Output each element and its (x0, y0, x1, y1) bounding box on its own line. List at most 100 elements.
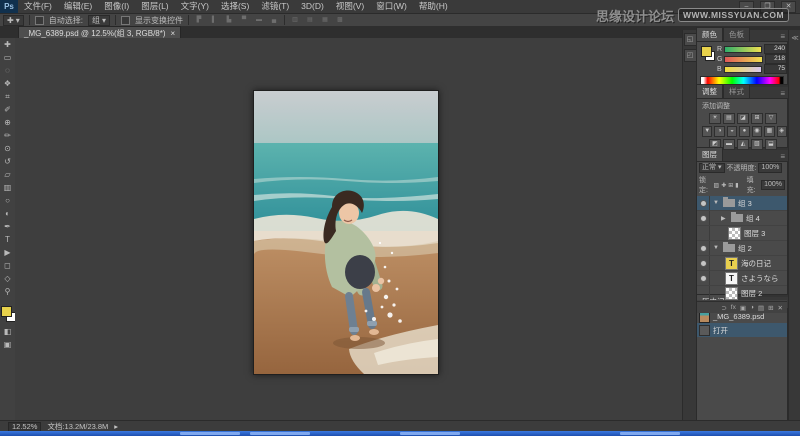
pen-tool[interactable]: ✒ (0, 220, 15, 233)
tab-swatches[interactable]: 色板 (723, 27, 750, 41)
dock-collapse-strip[interactable]: ≪ (788, 30, 800, 425)
adj-color-balance-icon[interactable]: ◑ (714, 126, 724, 137)
tab-adjustments[interactable]: 调整 (696, 84, 723, 98)
zoom-tool[interactable]: ⚲ (0, 285, 15, 298)
menu-type[interactable]: 文字(Y) (175, 0, 215, 13)
canvas-area[interactable] (15, 38, 682, 420)
red-slider[interactable] (724, 46, 762, 53)
eraser-tool[interactable]: ▱ (0, 168, 15, 181)
align-hcenter-button[interactable]: ▬ (254, 16, 264, 25)
eyedropper-tool[interactable]: ✐ (0, 103, 15, 116)
minimize-button[interactable]: – (739, 1, 754, 13)
visibility-toggle[interactable] (697, 271, 710, 285)
healing-brush-tool[interactable]: ⊕ (0, 116, 15, 129)
adj-gradient-map-icon[interactable]: ◭ (737, 139, 749, 150)
lock-image-icon[interactable]: ⊞ (728, 182, 733, 189)
shape-tool[interactable]: ◻ (0, 259, 15, 272)
menu-view[interactable]: 视图(V) (330, 0, 370, 13)
move-tool[interactable]: ✚ (0, 38, 15, 51)
blue-value-field[interactable]: 75 (764, 64, 787, 74)
restore-button[interactable]: ❐ (760, 1, 775, 13)
menu-edit[interactable]: 编辑(E) (58, 0, 98, 13)
adj-curves-icon[interactable]: ◪ (737, 113, 749, 124)
lock-all-icon[interactable]: ▮ (735, 182, 738, 189)
align-bottom-button[interactable]: ▙ (224, 16, 234, 25)
align-top-button[interactable]: ▛ (194, 16, 204, 25)
tool-preset-picker[interactable]: ✚ ▾ (3, 15, 24, 26)
layer-row-text-sayounara[interactable]: T さようなら (697, 271, 787, 286)
auto-select-checkbox[interactable] (35, 16, 44, 25)
menu-select[interactable]: 选择(S) (215, 0, 255, 13)
taskbar-window-button[interactable] (400, 432, 460, 435)
new-layer-icon[interactable]: ⊞ (768, 304, 773, 312)
add-mask-icon[interactable]: ▣ (740, 304, 746, 312)
adj-extra-icon[interactable]: ⬓ (765, 139, 777, 150)
link-layers-icon[interactable]: ⊃ (721, 304, 726, 312)
color-spectrum-ramp[interactable] (700, 76, 784, 85)
quick-selection-tool[interactable]: ❖ (0, 77, 15, 90)
visibility-toggle[interactable] (697, 196, 710, 210)
menu-file[interactable]: 文件(F) (18, 0, 58, 13)
close-button[interactable]: ✕ (781, 1, 796, 13)
visibility-toggle[interactable] (697, 226, 710, 240)
layer-row-text-umi[interactable]: T 海の日记 (697, 256, 787, 271)
layer-row-group2[interactable]: ▼ 组 2 (697, 241, 787, 256)
expand-arrow-icon[interactable]: ▼ (713, 200, 720, 206)
layer-row-group3[interactable]: ▼ 组 3 (697, 196, 787, 211)
green-slider[interactable] (724, 56, 762, 63)
blue-slider[interactable] (724, 66, 763, 73)
show-transform-checkbox[interactable] (121, 16, 130, 25)
align-vcenter-button[interactable]: ▌ (209, 16, 219, 25)
layer-style-fx-icon[interactable]: fx (731, 304, 736, 311)
marquee-tool[interactable]: ▭ (0, 51, 15, 64)
tab-styles[interactable]: 样式 (723, 84, 750, 98)
screen-mode-button[interactable]: ▣ (0, 338, 15, 351)
photoshop-logo-icon[interactable]: Ps (0, 0, 18, 13)
panel-menu-icon[interactable]: ≡ (780, 152, 788, 161)
distribute-left-button[interactable]: ▩ (335, 16, 345, 25)
fill-field[interactable]: 100% (761, 180, 785, 190)
document-canvas-photo[interactable] (253, 90, 439, 375)
menu-window[interactable]: 窗口(W) (370, 0, 413, 13)
status-popup-arrow-icon[interactable]: ▸ (114, 422, 118, 431)
adj-exposure-icon[interactable]: ⊞ (751, 113, 763, 124)
type-tool[interactable]: T (0, 233, 15, 246)
menu-layer[interactable]: 图层(L) (135, 0, 174, 13)
align-left-button[interactable]: ▀ (239, 16, 249, 25)
adj-selective-color-icon[interactable]: ▧ (751, 139, 763, 150)
adj-brightness-contrast-icon[interactable]: ☀ (709, 113, 721, 124)
visibility-toggle[interactable] (697, 256, 710, 270)
collapsed-navigator-panel-icon[interactable]: ◱ (684, 33, 697, 46)
adj-photo-filter-icon[interactable]: ● (739, 126, 749, 137)
taskbar-window-button[interactable] (250, 432, 310, 435)
history-brush-tool[interactable]: ↺ (0, 155, 15, 168)
quick-mask-button[interactable]: ◧ (0, 325, 15, 338)
menu-3d[interactable]: 3D(D) (295, 0, 330, 13)
visibility-toggle[interactable] (697, 211, 710, 225)
adj-black-white-icon[interactable]: ◒ (727, 126, 737, 137)
history-step-open[interactable]: 打开 (697, 323, 787, 337)
collapsed-info-panel-icon[interactable]: ◰ (684, 49, 697, 62)
opacity-field[interactable]: 100% (758, 163, 782, 173)
tab-color[interactable]: 颜色 (696, 27, 723, 41)
hand-tool[interactable]: ◇ (0, 272, 15, 285)
distribute-bottom-button[interactable]: ▦ (320, 16, 330, 25)
brush-tool[interactable]: ✏ (0, 129, 15, 142)
foreground-color-swatch[interactable] (1, 306, 12, 317)
clone-stamp-tool[interactable]: ⊙ (0, 142, 15, 155)
path-selection-tool[interactable]: ▶ (0, 246, 15, 259)
red-value-field[interactable]: 240 (764, 44, 787, 54)
blend-mode-dropdown[interactable]: 正常 ▾ (699, 163, 725, 173)
panel-menu-icon[interactable]: ≡ (780, 32, 788, 41)
crop-tool[interactable]: ⌗ (0, 90, 15, 103)
expand-arrow-icon[interactable]: ▼ (713, 245, 720, 251)
windows-taskbar[interactable] (0, 431, 800, 436)
layer-row-group4[interactable]: ▶ 组 4 (697, 211, 787, 226)
gradient-tool[interactable]: ▥ (0, 181, 15, 194)
lasso-tool[interactable]: ◌ (0, 64, 15, 77)
menu-help[interactable]: 帮助(H) (413, 0, 454, 13)
lock-transparency-icon[interactable]: ▨ (714, 182, 720, 189)
green-value-field[interactable]: 218 (765, 54, 787, 64)
visibility-toggle[interactable] (697, 241, 710, 255)
new-adjustment-layer-icon[interactable]: ◑ (750, 304, 754, 311)
